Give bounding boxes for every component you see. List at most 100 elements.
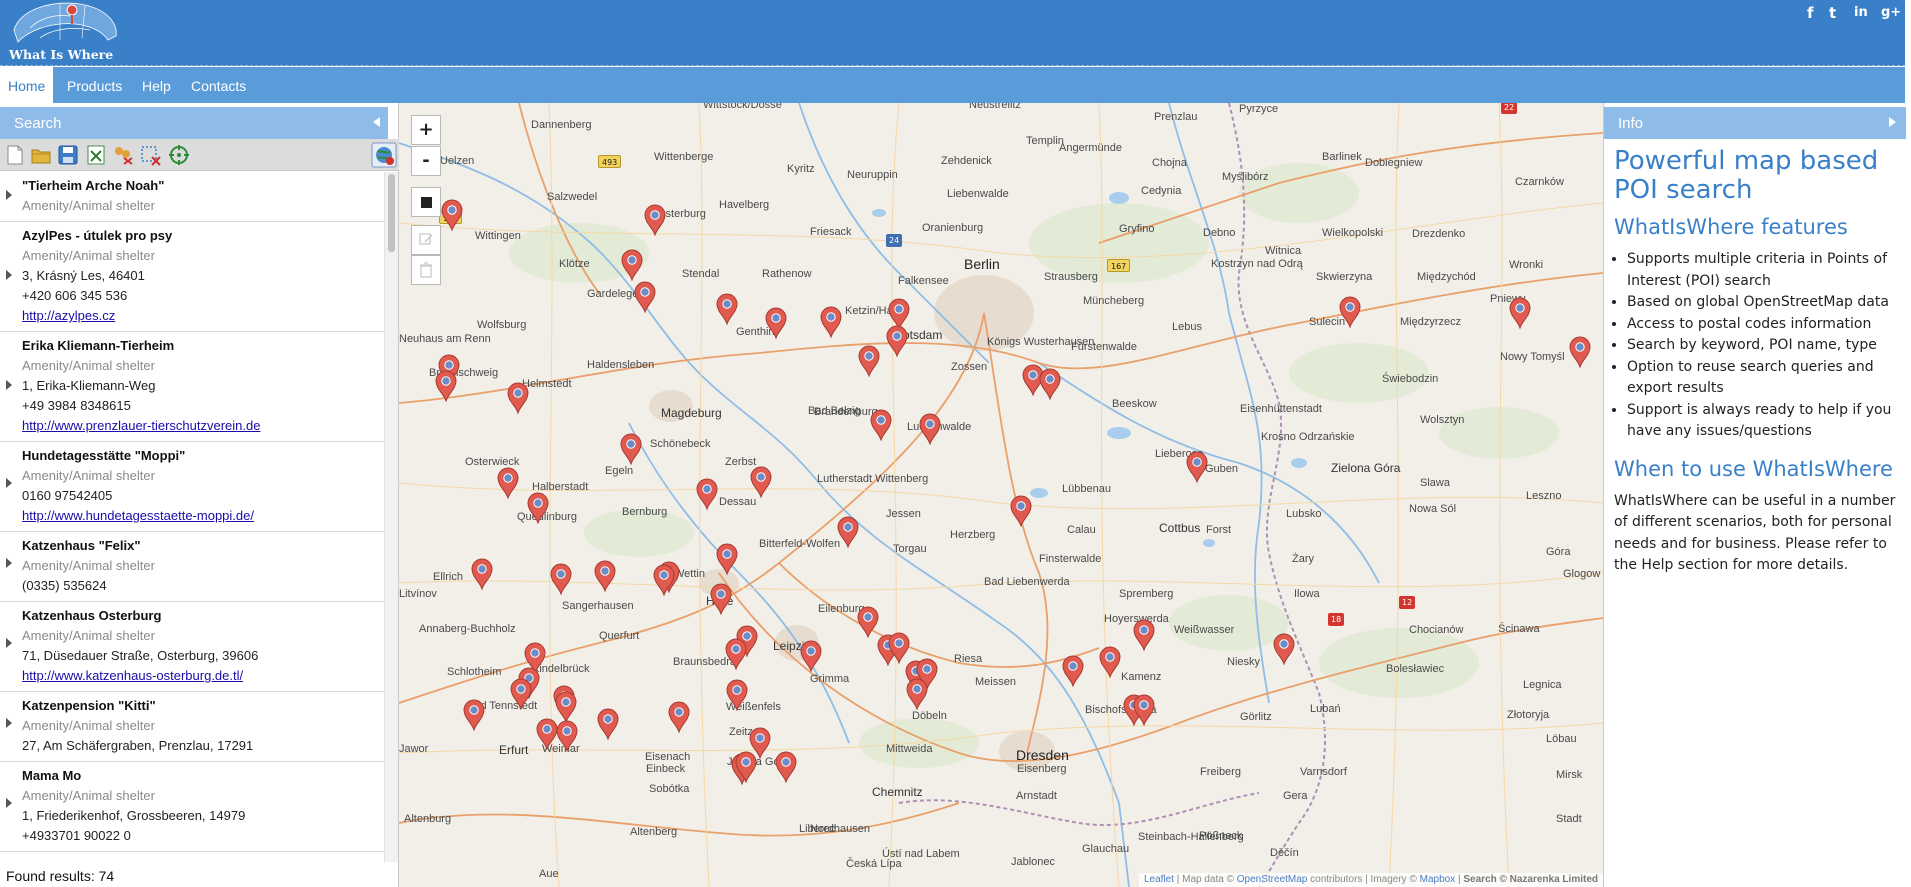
map-marker-icon[interactable] <box>886 325 908 358</box>
map-marker-icon[interactable] <box>1133 619 1155 652</box>
clear-selection-icon[interactable] <box>140 144 162 166</box>
map-marker-icon[interactable] <box>857 606 879 639</box>
map-marker-icon[interactable] <box>858 345 880 378</box>
export-excel-icon[interactable] <box>85 144 107 166</box>
osm-link[interactable]: OpenStreetMap <box>1237 874 1308 885</box>
map-marker-icon[interactable] <box>555 691 577 724</box>
list-item[interactable]: Mama Mo Amenity/Animal shelter 1, Friede… <box>0 762 384 852</box>
map-marker-icon[interactable] <box>1039 368 1061 401</box>
list-item[interactable]: Katzenhaus Osterburg Amenity/Animal shel… <box>0 602 384 692</box>
locate-icon[interactable] <box>168 144 190 166</box>
map-marker-icon[interactable] <box>594 560 616 593</box>
expand-icon[interactable] <box>6 638 12 648</box>
map-marker-icon[interactable] <box>1062 655 1084 688</box>
map-marker-icon[interactable] <box>1099 646 1121 679</box>
edit-layers-button[interactable] <box>411 225 441 255</box>
list-item[interactable]: AzylPes - útulek pro psy Amenity/Animal … <box>0 222 384 332</box>
map-marker-icon[interactable] <box>668 701 690 734</box>
map-marker-icon[interactable] <box>435 370 457 403</box>
map-marker-icon[interactable] <box>716 293 738 326</box>
google-plus-icon[interactable]: g+ <box>1881 5 1901 20</box>
result-link[interactable]: http://www.prenzlauer-tierschutzverein.d… <box>22 416 384 436</box>
map-marker-icon[interactable] <box>1186 451 1208 484</box>
scrollbar-thumb[interactable] <box>388 174 395 252</box>
logo[interactable]: What Is Where <box>6 0 121 64</box>
expand-icon[interactable] <box>6 798 12 808</box>
zoom-in-button[interactable]: + <box>411 115 441 145</box>
map-marker-icon[interactable] <box>765 307 787 340</box>
map-marker-icon[interactable] <box>735 751 757 784</box>
expand-icon[interactable] <box>6 270 12 280</box>
map-marker-icon[interactable] <box>725 638 747 671</box>
map-marker-icon[interactable] <box>536 718 558 751</box>
result-link[interactable]: http://azylpes.cz <box>22 306 384 326</box>
results-scrollbar[interactable] <box>384 172 398 862</box>
map-marker-icon[interactable] <box>463 699 485 732</box>
map-marker-icon[interactable] <box>634 281 656 314</box>
list-item[interactable]: "Tierheim Arche Noah" Amenity/Animal she… <box>0 172 384 222</box>
result-link[interactable]: http://www.katzenhaus-osterburg.de.tl/ <box>22 666 384 686</box>
map-marker-icon[interactable] <box>919 413 941 446</box>
save-icon[interactable] <box>57 144 79 166</box>
zoom-out-button[interactable]: - <box>411 146 441 176</box>
map-marker-icon[interactable] <box>750 466 772 499</box>
map-marker-icon[interactable] <box>556 720 578 753</box>
map-marker-icon[interactable] <box>696 478 718 511</box>
map-view[interactable]: Berlin Dresden Leipzig Magdeburg Potsdam… <box>399 103 1603 887</box>
map-marker-icon[interactable] <box>620 433 642 466</box>
map-marker-icon[interactable] <box>726 679 748 712</box>
map-marker-icon[interactable] <box>1339 296 1361 329</box>
collapse-left-icon[interactable] <box>373 117 380 127</box>
map-marker-icon[interactable] <box>550 563 572 596</box>
map-marker-icon[interactable] <box>510 678 532 711</box>
map-marker-icon[interactable] <box>775 751 797 784</box>
twitter-icon[interactable]: t <box>1829 4 1836 22</box>
facebook-icon[interactable]: f <box>1807 4 1814 22</box>
map-marker-icon[interactable] <box>471 558 493 591</box>
nav-item-help[interactable]: Help <box>134 67 179 103</box>
draw-rectangle-button[interactable] <box>411 187 441 217</box>
nav-item-contacts[interactable]: Contacts <box>183 67 254 103</box>
map-marker-icon[interactable] <box>621 249 643 282</box>
globe-settings-icon[interactable] <box>371 142 397 168</box>
map-marker-icon[interactable] <box>710 583 732 616</box>
map-marker-icon[interactable] <box>870 409 892 442</box>
collapse-right-icon[interactable] <box>1889 117 1896 127</box>
mapbox-link[interactable]: Mapbox <box>1420 874 1456 885</box>
map-marker-icon[interactable] <box>644 204 666 237</box>
map-marker-icon[interactable] <box>1133 694 1155 727</box>
map-marker-icon[interactable] <box>527 492 549 525</box>
map-marker-icon[interactable] <box>1509 297 1531 330</box>
open-folder-icon[interactable] <box>30 144 52 166</box>
map-marker-icon[interactable] <box>1569 336 1591 369</box>
leaflet-link[interactable]: Leaflet <box>1144 874 1174 885</box>
map-marker-icon[interactable] <box>441 199 463 232</box>
list-item[interactable]: Katzenpension "Kitti" Amenity/Animal she… <box>0 692 384 762</box>
list-item[interactable]: Katzenhaus "Felix" Amenity/Animal shelte… <box>0 532 384 602</box>
map-marker-icon[interactable] <box>497 467 519 500</box>
nav-item-home[interactable]: Home <box>0 67 54 103</box>
expand-icon[interactable] <box>6 190 12 200</box>
expand-icon[interactable] <box>6 558 12 568</box>
map-marker-icon[interactable] <box>1010 495 1032 528</box>
clear-markers-icon[interactable] <box>112 144 134 166</box>
delete-layers-button[interactable] <box>411 255 441 285</box>
map-marker-icon[interactable] <box>837 516 859 549</box>
expand-icon[interactable] <box>6 478 12 488</box>
map-marker-icon[interactable] <box>597 708 619 741</box>
list-item[interactable]: Erika Kliemann-Tierheim Amenity/Animal s… <box>0 332 384 442</box>
map-marker-icon[interactable] <box>507 382 529 415</box>
map-marker-icon[interactable] <box>800 640 822 673</box>
new-icon[interactable] <box>4 144 26 166</box>
map-marker-icon[interactable] <box>716 543 738 576</box>
map-marker-icon[interactable] <box>820 306 842 339</box>
map-marker-icon[interactable] <box>1273 633 1295 666</box>
map-marker-icon[interactable] <box>906 678 928 711</box>
result-link[interactable]: http://www.hundetagesstaette-moppi.de/ <box>22 506 384 526</box>
nav-item-products[interactable]: Products <box>59 67 130 103</box>
expand-icon[interactable] <box>6 380 12 390</box>
linkedin-icon[interactable]: in <box>1854 5 1868 20</box>
list-item[interactable]: Hundetagesstätte "Moppi" Amenity/Animal … <box>0 442 384 532</box>
expand-icon[interactable] <box>6 718 12 728</box>
map-marker-icon[interactable] <box>653 564 675 597</box>
